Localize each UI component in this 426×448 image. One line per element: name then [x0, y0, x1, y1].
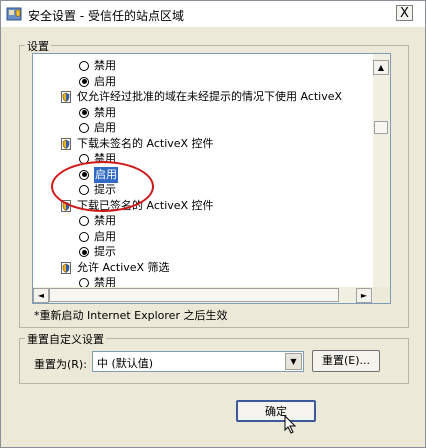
radio-unchecked-icon[interactable] [79, 231, 89, 242]
chevron-down-icon[interactable]: ▼ [285, 353, 302, 370]
radio-option-label: 禁用 [94, 214, 116, 227]
scroll-left-button[interactable]: ◄ [33, 288, 49, 303]
window-title: 安全设置 - 受信任的站点区域 [28, 9, 184, 23]
radio-checked-icon[interactable] [79, 247, 89, 257]
reset-group-label: 重置自定义设置 [25, 331, 106, 347]
radio-unchecked-icon[interactable] [79, 61, 89, 71]
scroll-right-button[interactable]: ► [356, 288, 372, 303]
radio-option-label: 启用 [94, 74, 116, 88]
setting-header-label: 下载未签名的 ActiveX 控件 [77, 136, 214, 150]
shield-window-icon [6, 7, 22, 21]
close-icon: X [400, 6, 409, 21]
scroll-corner [373, 287, 390, 303]
reset-level-value: 中 (默认值) [97, 357, 154, 370]
scroll-thumb[interactable] [374, 121, 388, 134]
hscroll-thumb[interactable] [49, 288, 339, 302]
ok-button[interactable]: 确定 [236, 400, 316, 422]
title-bar: 安全设置 - 受信任的站点区域 X [1, 1, 425, 27]
reset-level-select[interactable]: 中 (默认值) ▼ [92, 351, 304, 372]
scroll-up-button[interactable]: ▲ [373, 60, 389, 75]
restart-note: *重新启动 Internet Explorer 之后生效 [34, 309, 228, 322]
security-settings-window: 安全设置 - 受信任的站点区域 X 设置 禁用 启用 仅允许经过批准的域在未经提示的… [0, 0, 426, 448]
mouse-cursor-icon [284, 415, 297, 434]
reset-button[interactable]: 重置(E)... [312, 350, 380, 372]
radio-unchecked-icon[interactable] [79, 123, 89, 133]
setting-header-label: 允许 ActiveX 筛选 [77, 260, 170, 274]
radio-option-label: 禁用 [94, 105, 116, 119]
close-button[interactable]: X [396, 5, 413, 21]
activex-setting-icon [61, 91, 71, 103]
reset-button-label: 重置(E)... [321, 354, 371, 367]
vertical-scrollbar[interactable]: ▲ [373, 54, 390, 287]
radio-checked-icon[interactable] [79, 107, 89, 118]
radio-option-label: 提示 [94, 245, 116, 258]
settings-group-label: 设置 [25, 38, 51, 54]
horizontal-scrollbar[interactable]: ◄ ► [33, 287, 373, 303]
radio-option-label: 禁用 [94, 59, 116, 72]
radio-checked-icon[interactable] [79, 76, 89, 87]
radio-option-label: 启用 [94, 121, 116, 134]
reset-to-label: 重置为(R): [34, 358, 87, 371]
activex-setting-icon [61, 261, 71, 274]
annotation-circle [51, 161, 154, 212]
radio-option-label: 启用 [94, 229, 116, 243]
radio-unchecked-icon[interactable] [79, 216, 89, 226]
activex-setting-icon [61, 137, 71, 150]
setting-header-label: 仅允许经过批准的域在未经提示的情况下使用 ActiveX [77, 90, 343, 103]
